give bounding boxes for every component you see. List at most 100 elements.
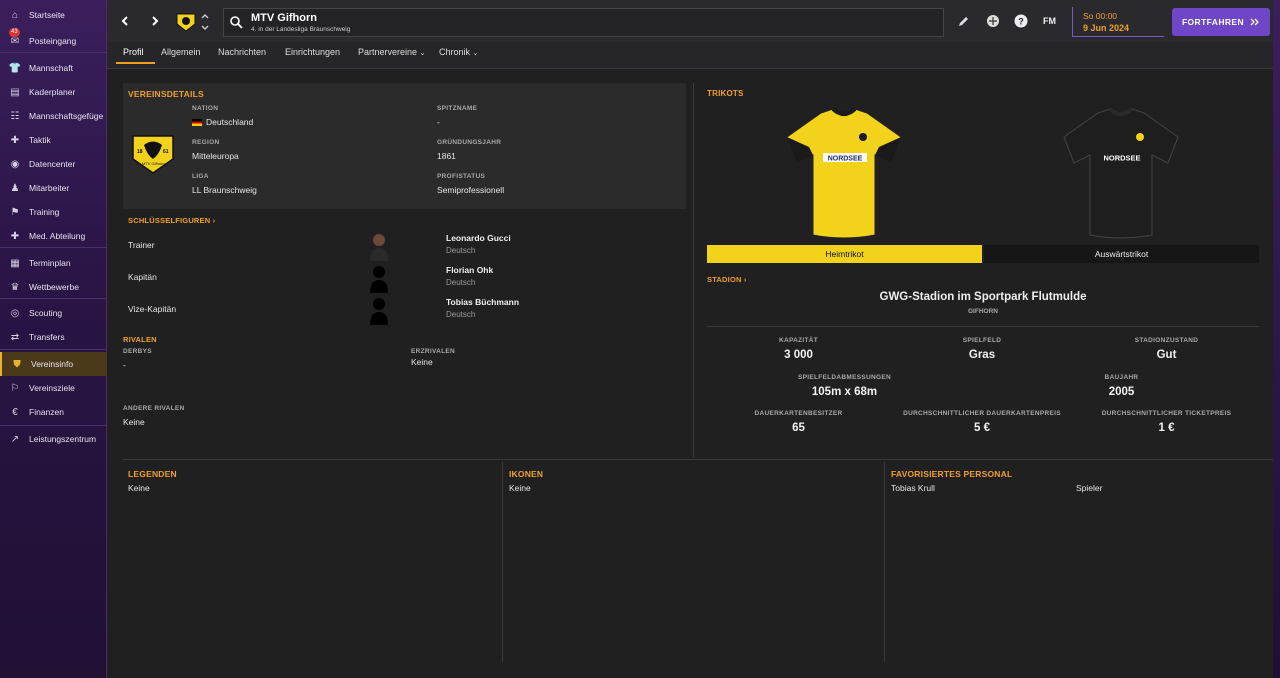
sidebar-item-vereinsinfo[interactable]: ⛊ Vereinsinfo [0, 352, 107, 376]
away-kit-sponsor: NORDSEE [1103, 154, 1140, 163]
away-kit-button[interactable]: Auswärtstrikot [984, 245, 1259, 263]
sidebar-item-label: Mannschaft [29, 63, 73, 73]
nation-text: Deutschland [206, 117, 254, 127]
sidebar-item-terminplan[interactable]: ▦ Terminplan [0, 251, 107, 275]
surface-label: SPIELFELD [962, 337, 1002, 344]
continue-button[interactable]: FORTFAHREN [1172, 8, 1270, 36]
key-person-name[interactable]: Tobias Büchmann [446, 297, 519, 307]
region-value: Mitteleuropa [192, 151, 239, 161]
sidebar-item-mitarbeiter[interactable]: ♟ Mitarbeiter [0, 176, 107, 200]
sidebar-item-label: Mitarbeiter [29, 183, 70, 193]
tab-bar: Profil Allgemein Nachrichten Einrichtung… [107, 42, 1273, 69]
away-kit-image[interactable]: NORDSEE [1060, 107, 1182, 239]
sidebar-item-mannschaft[interactable]: 👕 Mannschaft [0, 56, 107, 80]
finance-icon: € [12, 406, 18, 418]
sidebar-item-scouting[interactable]: ◎ Scouting [0, 301, 107, 325]
sidebar-item-label: Terminplan [29, 258, 71, 268]
nation-value[interactable]: Deutschland [192, 117, 253, 127]
surface-value: Gras [968, 349, 996, 361]
stadium-title[interactable]: STADION › [707, 275, 747, 284]
favourite-staff-name[interactable]: Tobias Krull [891, 483, 935, 493]
back-button[interactable] [117, 13, 133, 29]
sidebar-item-label: Vereinsziele [29, 383, 75, 393]
ball-icon [987, 15, 999, 27]
built-value: 2005 [1108, 386, 1135, 398]
sidebar-item-finanzen[interactable]: € Finanzen [0, 400, 107, 424]
sidebar-item-label: Taktik [29, 135, 51, 145]
stadium-divider [707, 326, 1259, 327]
top-bar: MTV Gifhorn 4. in der Landesliga Braunsc… [107, 0, 1273, 42]
key-person-nationality: Deutsch [446, 310, 476, 319]
search-bar[interactable]: MTV Gifhorn 4. in der Landesliga Braunsc… [223, 8, 944, 37]
home-kit-button[interactable]: Heimtrikot [707, 245, 982, 263]
tab-nachrichten[interactable]: Nachrichten [218, 47, 266, 57]
sidebar-item-label: Training [29, 207, 60, 217]
season-price-value: 5 € [974, 422, 990, 434]
person-avatar[interactable] [366, 295, 392, 325]
active-tab-underline [116, 62, 155, 64]
arch-rivals-label: ERZRIVALEN [411, 348, 456, 355]
help-icon: ? [1014, 14, 1028, 28]
sidebar-item-transfers[interactable]: ⇄ Transfers [0, 325, 107, 349]
season-holders-value: 65 [792, 422, 805, 434]
league-value[interactable]: LL Braunschweig [192, 185, 257, 195]
date-box[interactable]: So 00:00 9 Jun 2024 [1072, 7, 1164, 37]
sidebar-item-leistungszentrum[interactable]: ↗ Leistungszentrum [0, 427, 107, 451]
tab-partnervereine[interactable]: Partnervereine ⌄ [358, 47, 425, 57]
season-price-label: DURCHSCHNITTLICHER DAUERKARTENPREIS [903, 410, 1061, 417]
sidebar-item-startseite[interactable]: ⌂ Startseite [0, 3, 107, 27]
date-full: 9 Jun 2024 [1083, 23, 1130, 33]
social-button[interactable] [986, 14, 1000, 33]
forward-button[interactable] [147, 13, 163, 29]
home-kit-image[interactable]: NORDSEE [783, 107, 905, 239]
help-button[interactable]: ? [1014, 14, 1028, 33]
training-icon: ⚑ [10, 206, 20, 218]
key-person-name[interactable]: Florian Ohk [446, 265, 493, 275]
data-icon: ◉ [10, 158, 20, 170]
sidebar-item-training[interactable]: ⚑ Training [0, 200, 107, 224]
tab-chronik[interactable]: Chronik ⌄ [439, 47, 478, 57]
chevron-down-icon: ⌄ [419, 50, 426, 57]
person-avatar[interactable] [366, 231, 392, 261]
tab-profil[interactable]: Profil [123, 47, 144, 57]
sidebar-item-kaderplaner[interactable]: ▤ Kaderplaner [0, 80, 107, 104]
tab-einrichtungen[interactable]: Einrichtungen [285, 47, 340, 57]
home-icon: ⌂ [11, 9, 19, 21]
capacity-value: 3 000 [784, 349, 813, 361]
key-person-row: Kapitän Florian Ohk Deutsch [123, 263, 683, 293]
key-person-role: Trainer [128, 240, 155, 250]
right-edge-bar [1273, 0, 1280, 678]
shield-icon: ⛊ [13, 358, 21, 370]
sidebar-divider [0, 52, 107, 53]
sidebar-item-wettbewerbe[interactable]: ♛ Wettbewerbe [0, 275, 107, 299]
club-crest-small[interactable] [175, 12, 197, 32]
sidebar-divider [0, 425, 107, 426]
club-switch-arrows[interactable] [201, 12, 209, 32]
person-avatar[interactable] [366, 263, 392, 293]
key-people-title[interactable]: SCHLÜSSELFIGUREN › [128, 216, 215, 225]
fm-menu-button[interactable]: FM [1043, 16, 1056, 26]
founded-value: 1861 [437, 151, 456, 161]
sidebar-item-med-abteilung[interactable]: ✚ Med. Abteilung [0, 224, 107, 248]
sidebar-item-posteingang[interactable]: ✉ 43 Posteingang [0, 28, 107, 53]
date-day: So 00:00 [1083, 11, 1118, 21]
staff-icon: ♟ [10, 182, 20, 194]
sidebar-item-label: Scouting [29, 308, 63, 318]
svg-text:?: ? [1018, 17, 1024, 27]
sidebar-item-datencenter[interactable]: ◉ Datencenter [0, 152, 107, 176]
stadium-city: GIFHORN [968, 308, 998, 315]
key-person-row: Trainer Leonardo Gucci Deutsch [123, 231, 683, 261]
tab-allgemein[interactable]: Allgemein [161, 47, 201, 57]
other-rivals-value: Keine [123, 417, 145, 427]
condition-value: Gut [1156, 349, 1177, 361]
key-person-name[interactable]: Leonardo Gucci [446, 233, 511, 243]
sidebar-item-mannschaftsgefüge[interactable]: ☷ Mannschaftsgefüge [0, 104, 107, 128]
sidebar-item-label: Datencenter [29, 159, 76, 169]
chevron-down-icon: ⌄ [472, 50, 479, 57]
dimensions-value: 105m x 68m [811, 386, 878, 398]
sidebar-item-taktik[interactable]: ✚ Taktik [0, 128, 107, 152]
sidebar-item-vereinsziele[interactable]: ⚐ Vereinsziele [0, 376, 107, 400]
people-icon: ☷ [10, 110, 20, 122]
edit-button[interactable] [957, 15, 969, 33]
founded-label: GRÜNDUNGSJAHR [437, 139, 502, 146]
